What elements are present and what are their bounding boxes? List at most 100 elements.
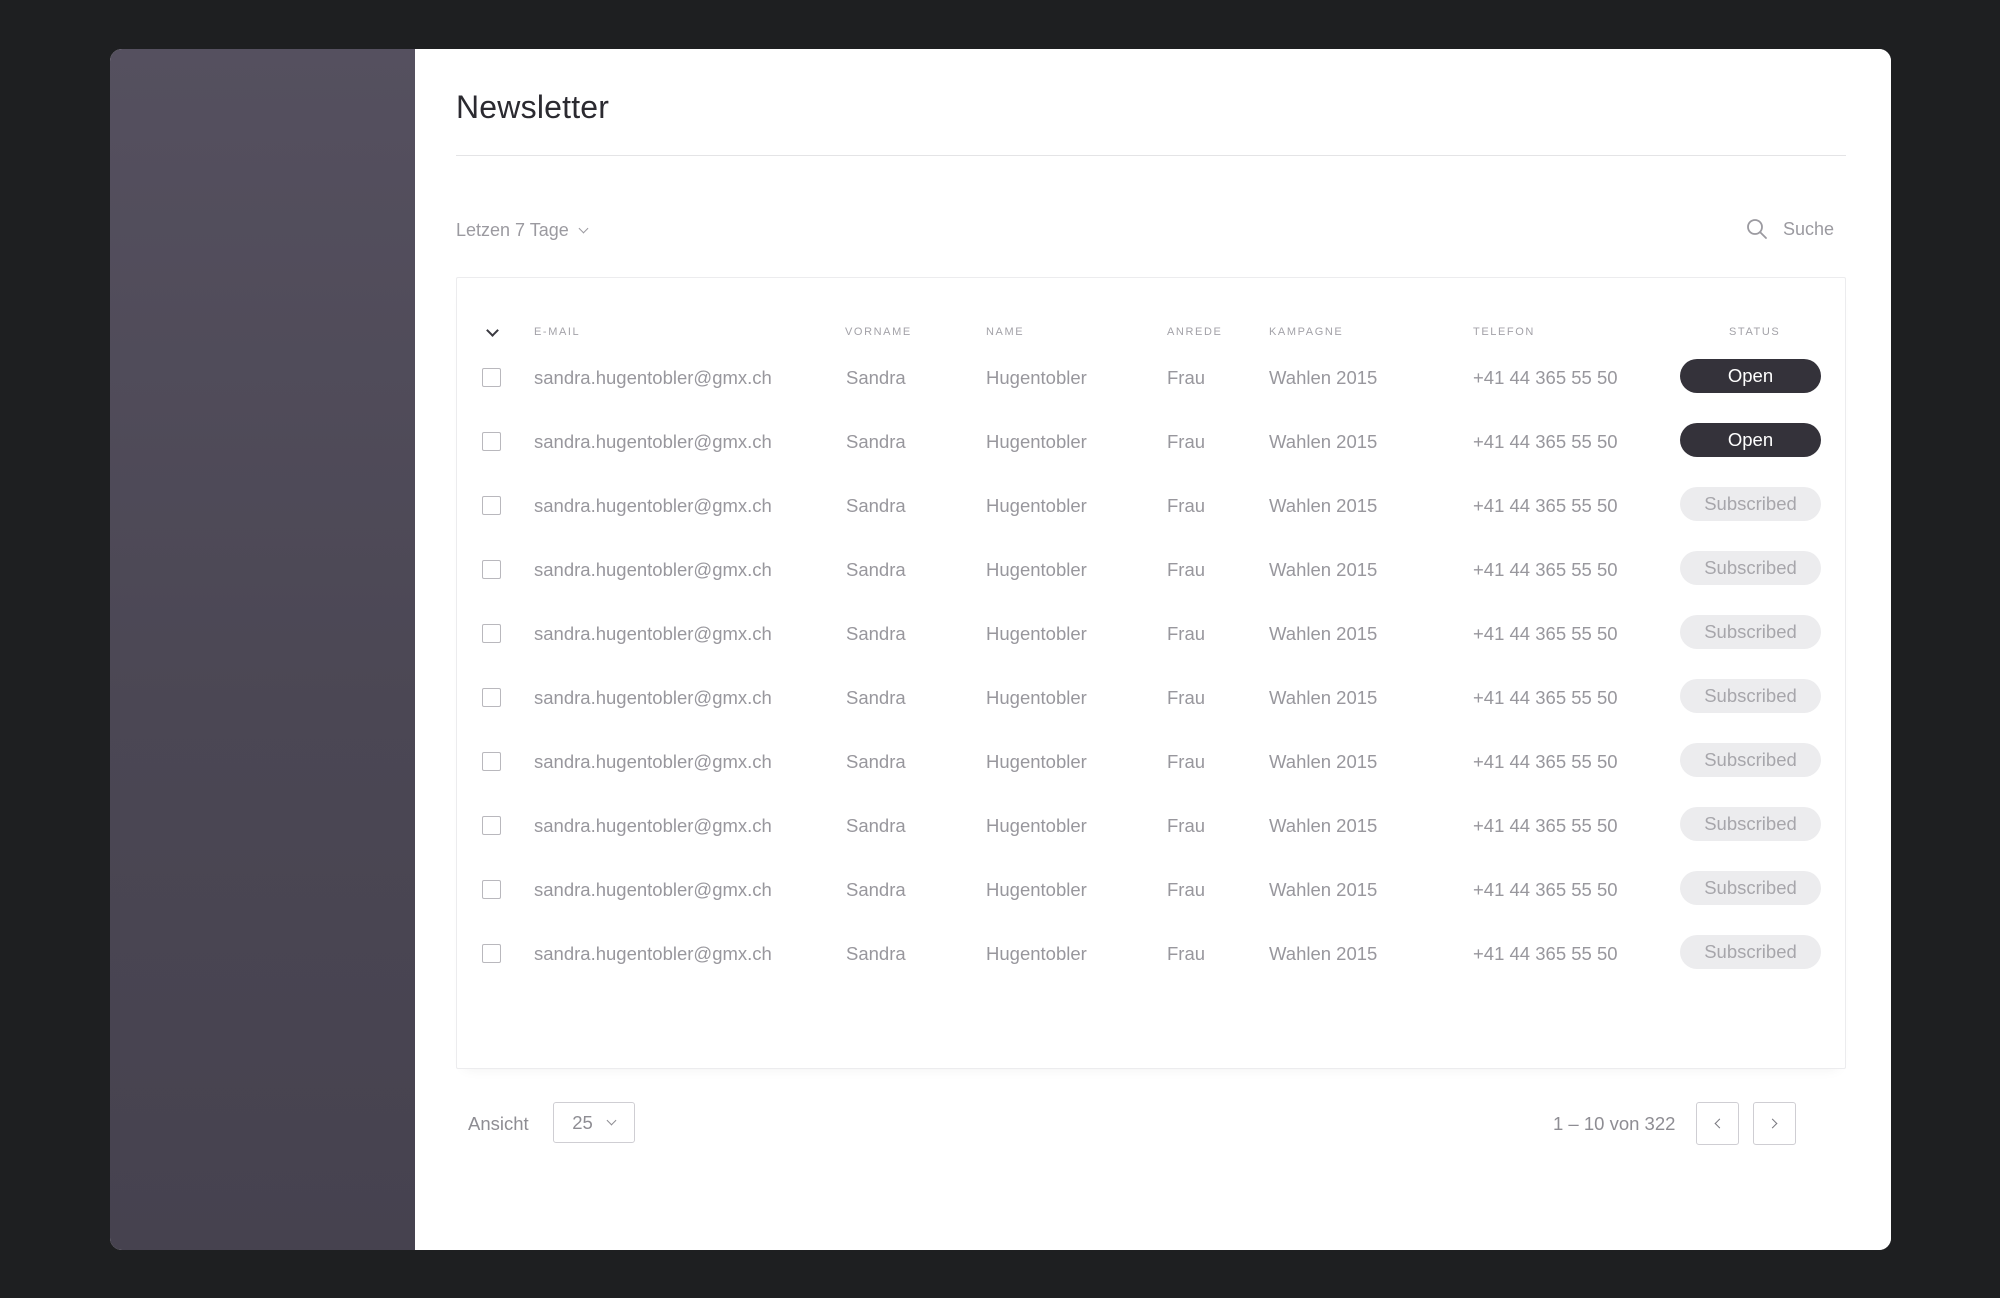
anrede-cell: Frau <box>1167 815 1206 836</box>
kampagne-cell: Wahlen 2015 <box>1269 751 1378 772</box>
email-cell: sandra.hugentobler@gmx.ch <box>534 879 772 900</box>
page-size-label: Ansicht <box>468 1113 529 1134</box>
date-filter-dropdown[interactable]: Letzen 7 Tage <box>456 220 588 241</box>
kampagne-cell: Wahlen 2015 <box>1269 559 1378 580</box>
row-checkbox[interactable] <box>482 560 501 579</box>
name-cell: Hugentobler <box>986 367 1087 388</box>
row-checkbox[interactable] <box>482 432 501 451</box>
vorname-cell: Sandra <box>846 559 906 580</box>
row-checkbox[interactable] <box>482 944 501 963</box>
kampagne-cell: Wahlen 2015 <box>1269 687 1378 708</box>
vorname-cell: Sandra <box>846 687 906 708</box>
vorname-cell: Sandra <box>846 943 906 964</box>
app-window: Newsletter Letzen 7 Tage Suche E-MAIL VO… <box>110 49 1891 1250</box>
name-cell: Hugentobler <box>986 431 1087 452</box>
row-checkbox[interactable] <box>482 368 501 387</box>
anrede-cell: Frau <box>1167 623 1206 644</box>
name-cell: Hugentobler <box>986 751 1087 772</box>
name-cell: Hugentobler <box>986 943 1087 964</box>
row-checkbox[interactable] <box>482 752 501 771</box>
chevron-down-icon[interactable] <box>485 325 501 341</box>
telefon-cell: +41 44 365 55 50 <box>1473 751 1618 772</box>
vorname-cell: Sandra <box>846 431 906 452</box>
telefon-cell: +41 44 365 55 50 <box>1473 495 1618 516</box>
status-badge: Subscribed <box>1680 807 1821 841</box>
previous-page-button[interactable] <box>1696 1102 1739 1145</box>
column-header-kampagne[interactable]: KAMPAGNE <box>1269 326 1343 338</box>
email-cell: sandra.hugentobler@gmx.ch <box>534 559 772 580</box>
column-header-name[interactable]: NAME <box>986 326 1024 338</box>
anrede-cell: Frau <box>1167 431 1206 452</box>
column-header-email[interactable]: E-MAIL <box>534 326 580 338</box>
table-row[interactable]: sandra.hugentobler@gmx.ch Sandra Hugento… <box>457 614 1845 654</box>
column-header-vorname[interactable]: VORNAME <box>845 326 912 338</box>
email-cell: sandra.hugentobler@gmx.ch <box>534 495 772 516</box>
next-page-button[interactable] <box>1753 1102 1796 1145</box>
name-cell: Hugentobler <box>986 815 1087 836</box>
status-badge: Subscribed <box>1680 487 1821 521</box>
telefon-cell: +41 44 365 55 50 <box>1473 879 1618 900</box>
vorname-cell: Sandra <box>846 751 906 772</box>
table-row[interactable]: sandra.hugentobler@gmx.ch Sandra Hugento… <box>457 678 1845 718</box>
telefon-cell: +41 44 365 55 50 <box>1473 431 1618 452</box>
search-field[interactable]: Suche <box>1745 217 1834 241</box>
search-icon <box>1747 219 1767 239</box>
vorname-cell: Sandra <box>846 367 906 388</box>
status-badge: Subscribed <box>1680 551 1821 585</box>
chevron-down-icon <box>607 1118 616 1127</box>
row-checkbox[interactable] <box>482 688 501 707</box>
status-badge: Subscribed <box>1680 615 1821 649</box>
anrede-cell: Frau <box>1167 879 1206 900</box>
sidebar <box>110 49 415 1250</box>
table-row[interactable]: sandra.hugentobler@gmx.ch Sandra Hugento… <box>457 742 1845 782</box>
column-header-telefon[interactable]: TELEFON <box>1473 326 1535 338</box>
row-checkbox[interactable] <box>482 624 501 643</box>
table-row[interactable]: sandra.hugentobler@gmx.ch Sandra Hugento… <box>457 422 1845 462</box>
subscribers-table: E-MAIL VORNAME NAME ANREDE KAMPAGNE TELE… <box>456 277 1846 1069</box>
kampagne-cell: Wahlen 2015 <box>1269 431 1378 452</box>
status-badge: Open <box>1680 359 1821 393</box>
main-content: Newsletter Letzen 7 Tage Suche E-MAIL VO… <box>415 49 1891 1250</box>
pagination-range: 1 – 10 von 322 <box>1553 1113 1676 1134</box>
telefon-cell: +41 44 365 55 50 <box>1473 815 1618 836</box>
table-row[interactable]: sandra.hugentobler@gmx.ch Sandra Hugento… <box>457 934 1845 974</box>
status-badge: Subscribed <box>1680 935 1821 969</box>
telefon-cell: +41 44 365 55 50 <box>1473 687 1618 708</box>
email-cell: sandra.hugentobler@gmx.ch <box>534 687 772 708</box>
name-cell: Hugentobler <box>986 495 1087 516</box>
name-cell: Hugentobler <box>986 559 1087 580</box>
kampagne-cell: Wahlen 2015 <box>1269 495 1378 516</box>
row-checkbox[interactable] <box>482 816 501 835</box>
kampagne-cell: Wahlen 2015 <box>1269 815 1378 836</box>
email-cell: sandra.hugentobler@gmx.ch <box>534 623 772 644</box>
anrede-cell: Frau <box>1167 495 1206 516</box>
telefon-cell: +41 44 365 55 50 <box>1473 367 1618 388</box>
anrede-cell: Frau <box>1167 367 1206 388</box>
name-cell: Hugentobler <box>986 623 1087 644</box>
vorname-cell: Sandra <box>846 495 906 516</box>
vorname-cell: Sandra <box>846 879 906 900</box>
row-checkbox[interactable] <box>482 880 501 899</box>
table-row[interactable]: sandra.hugentobler@gmx.ch Sandra Hugento… <box>457 358 1845 398</box>
table-row[interactable]: sandra.hugentobler@gmx.ch Sandra Hugento… <box>457 870 1845 910</box>
name-cell: Hugentobler <box>986 687 1087 708</box>
name-cell: Hugentobler <box>986 879 1087 900</box>
page-title: Newsletter <box>456 89 610 125</box>
email-cell: sandra.hugentobler@gmx.ch <box>534 815 772 836</box>
email-cell: sandra.hugentobler@gmx.ch <box>534 751 772 772</box>
anrede-cell: Frau <box>1167 559 1206 580</box>
column-header-anrede[interactable]: ANREDE <box>1167 326 1222 338</box>
telefon-cell: +41 44 365 55 50 <box>1473 559 1618 580</box>
chevron-down-icon <box>579 226 588 235</box>
vorname-cell: Sandra <box>846 623 906 644</box>
table-row[interactable]: sandra.hugentobler@gmx.ch Sandra Hugento… <box>457 550 1845 590</box>
row-checkbox[interactable] <box>482 496 501 515</box>
page-size-select[interactable]: 25 <box>553 1102 635 1143</box>
email-cell: sandra.hugentobler@gmx.ch <box>534 943 772 964</box>
search-label: Suche <box>1782 218 1834 239</box>
table-row[interactable]: sandra.hugentobler@gmx.ch Sandra Hugento… <box>457 806 1845 846</box>
page-size-value: 25 <box>572 1111 593 1133</box>
table-row[interactable]: sandra.hugentobler@gmx.ch Sandra Hugento… <box>457 486 1845 526</box>
column-header-status[interactable]: STATUS <box>1729 326 1780 338</box>
vorname-cell: Sandra <box>846 815 906 836</box>
